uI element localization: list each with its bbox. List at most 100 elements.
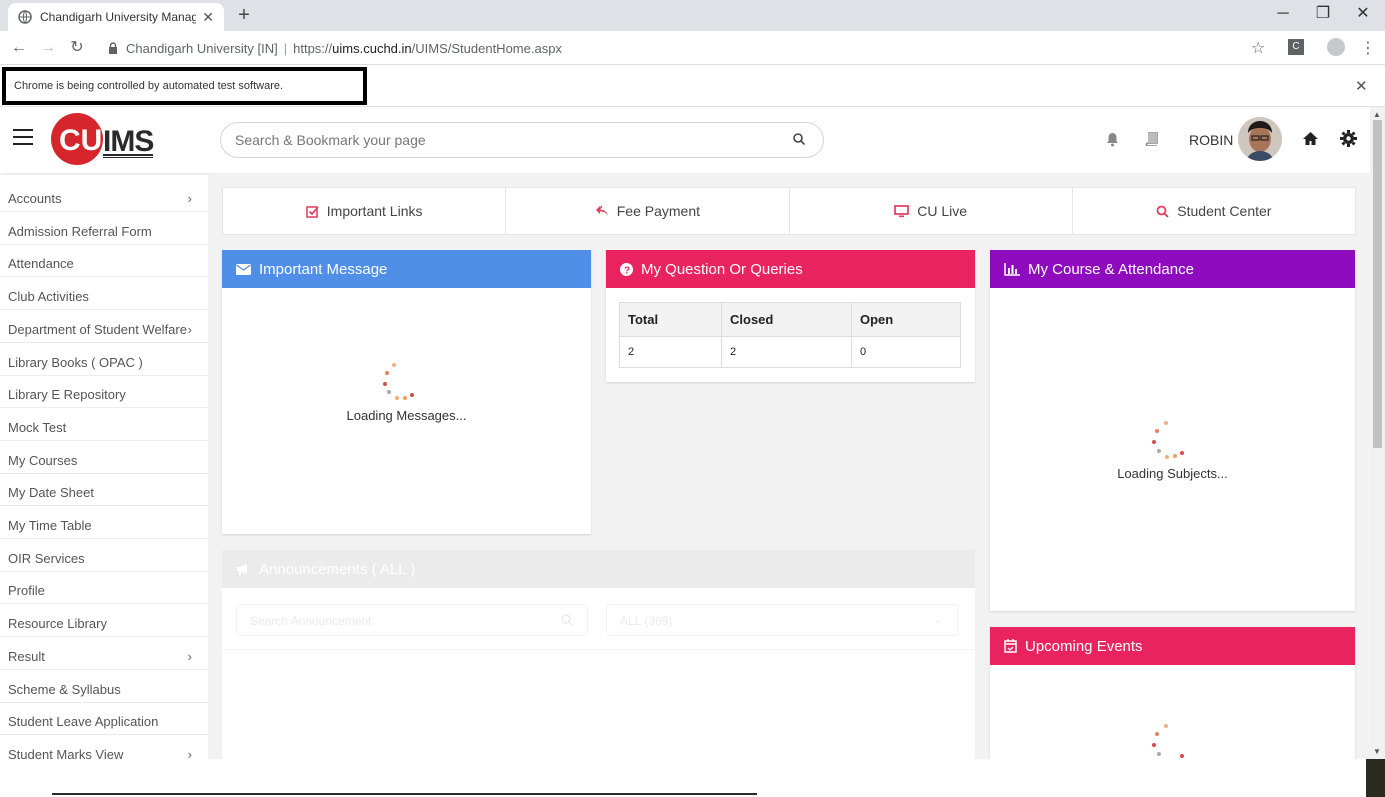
- monitor-icon: [894, 204, 910, 218]
- browser-tab[interactable]: Chandigarh University Managem ✕: [8, 3, 224, 31]
- cuims-logo[interactable]: CU IMS: [50, 110, 160, 168]
- close-tab-icon[interactable]: ✕: [202, 9, 214, 26]
- course-attendance-title: My Course & Attendance: [1028, 260, 1194, 278]
- taskbar-corner: [1366, 759, 1385, 797]
- url-path: /UIMS/StudentHome.aspx: [411, 40, 562, 56]
- sidebar-item-label: Library Books ( OPAC ): [8, 354, 143, 370]
- sidebar-item[interactable]: Admission Referral Form: [0, 212, 208, 245]
- sidebar-item[interactable]: Mock Test: [0, 408, 208, 441]
- cu-live-tab[interactable]: CU Live: [790, 188, 1073, 234]
- scroll-up-icon[interactable]: ▲: [1373, 110, 1381, 119]
- sidebar-item-label: My Time Table: [8, 518, 92, 533]
- automation-infobar-text: Chrome is being controlled by automated …: [2, 67, 367, 105]
- minimize-icon[interactable]: ─: [1263, 0, 1303, 30]
- new-tab-icon[interactable]: +: [232, 4, 256, 28]
- back-icon[interactable]: ←: [9, 38, 29, 58]
- sidebar-item[interactable]: Library E Repository: [0, 375, 208, 409]
- announcement-search-input[interactable]: Search Announcement: [236, 604, 588, 636]
- infobar-close-icon[interactable]: ✕: [1355, 77, 1368, 95]
- bookmark-star-icon[interactable]: ☆: [1251, 38, 1265, 58]
- student-center-tab[interactable]: Student Center: [1073, 188, 1355, 234]
- sidebar-item-label: Attendance: [8, 256, 74, 272]
- settings-gear-icon[interactable]: [1340, 130, 1357, 147]
- sidebar-item-label: Accounts: [8, 191, 62, 206]
- course-attendance-card: My Course & Attendance Loading Subjects.…: [990, 250, 1355, 611]
- chevron-down-icon: ⌄: [933, 614, 943, 626]
- profile-icon[interactable]: [1327, 38, 1345, 56]
- bookmark-search-input[interactable]: Search & Bookmark your page: [220, 122, 824, 158]
- book-icon[interactable]: [1145, 132, 1158, 146]
- site-identity: Chandigarh University [IN]: [126, 40, 278, 56]
- reload-icon[interactable]: ↻: [67, 38, 87, 58]
- sidebar-item[interactable]: Student Marks View ›: [0, 735, 208, 759]
- menu-kebab-icon[interactable]: ⋮: [1360, 38, 1376, 58]
- chevron-right-icon: ›: [187, 191, 192, 206]
- tab-title: Chandigarh University Managem: [40, 10, 197, 24]
- user-name[interactable]: ROBIN: [1189, 132, 1233, 148]
- bar-chart-icon: [1004, 262, 1020, 276]
- close-window-icon[interactable]: ✕: [1343, 0, 1383, 30]
- extension-icon[interactable]: C: [1288, 39, 1304, 55]
- sidebar-nav: Accounts › Admission Referral Form Attendan…: [0, 175, 208, 759]
- announcements-header: Announcements ( ALL ): [222, 550, 975, 588]
- total-value: 2: [619, 336, 722, 368]
- queries-header: ? My Question Or Queries: [606, 250, 975, 288]
- home-icon[interactable]: [1302, 131, 1319, 146]
- sidebar-item[interactable]: Club Activities: [0, 277, 208, 311]
- search-icon: [561, 614, 573, 626]
- hamburger-menu-icon[interactable]: [13, 128, 33, 146]
- sidebar-item-label: Scheme & Syllabus: [8, 681, 121, 697]
- announcements-card: Announcements ( ALL ) Search Announcemen…: [222, 550, 975, 759]
- megaphone-icon: [236, 563, 251, 575]
- fee-payment-tab[interactable]: Fee Payment: [506, 188, 790, 234]
- col-open: Open: [851, 302, 961, 337]
- sidebar-item[interactable]: Student Leave Application: [0, 702, 208, 736]
- announcement-search-placeholder: Search Announcement: [250, 614, 372, 628]
- restore-icon[interactable]: ❐: [1303, 0, 1343, 30]
- lock-icon: [108, 42, 118, 54]
- important-message-card: Important Message Loading Messages...: [222, 250, 591, 534]
- svg-text:?: ?: [624, 265, 630, 276]
- sidebar-item[interactable]: Result ›: [0, 637, 208, 670]
- student-center-label: Student Center: [1177, 203, 1272, 219]
- sidebar-item[interactable]: Attendance: [0, 244, 208, 278]
- omnibox[interactable]: Chandigarh University [IN] | https://uim…: [100, 36, 1278, 60]
- reply-all-icon: [595, 205, 609, 217]
- sidebar-item[interactable]: Library Books ( OPAC ): [0, 343, 208, 376]
- sidebar-item-label: Student Leave Application: [8, 714, 159, 730]
- sidebar-item-label: Club Activities: [8, 289, 89, 305]
- chevron-right-icon: ›: [187, 321, 192, 337]
- sidebar-item[interactable]: Resource Library: [0, 604, 208, 638]
- bell-icon[interactable]: [1106, 132, 1119, 147]
- sidebar-item[interactable]: Profile: [0, 571, 208, 605]
- sidebar-item[interactable]: My Courses: [0, 441, 208, 474]
- loading-spinner-icon: [1148, 721, 1188, 759]
- sidebar-item[interactable]: Scheme & Syllabus: [0, 670, 208, 703]
- sidebar-item-label: Student Marks View: [8, 746, 124, 759]
- queries-table: Total Closed Open 2 2 0: [619, 302, 961, 368]
- sidebar-item-label: OIR Services: [8, 550, 85, 566]
- envelope-icon: [236, 263, 251, 275]
- loading-spinner-icon: [1148, 418, 1188, 462]
- scrollbar-thumb[interactable]: [1373, 120, 1382, 448]
- queries-card: ? My Question Or Queries Total Closed Op…: [606, 250, 975, 382]
- svg-text:CU: CU: [59, 124, 102, 157]
- sidebar-item[interactable]: Accounts ›: [0, 179, 208, 212]
- forward-icon[interactable]: →: [38, 38, 58, 58]
- cu-live-label: CU Live: [917, 203, 968, 219]
- important-message-header: Important Message: [222, 250, 591, 288]
- announcement-filter-select[interactable]: ALL (369) ⌄: [606, 604, 958, 636]
- queries-title: My Question Or Queries: [641, 260, 803, 278]
- sidebar-item[interactable]: OIR Services: [0, 539, 208, 572]
- search-icon[interactable]: [793, 133, 805, 145]
- important-links-tab[interactable]: Important Links: [223, 188, 507, 234]
- sidebar-item[interactable]: My Date Sheet: [0, 473, 208, 507]
- announcement-filter-value: ALL (369): [620, 614, 673, 628]
- sidebar-item[interactable]: My Time Table: [0, 506, 208, 539]
- avatar[interactable]: [1238, 117, 1282, 161]
- sidebar-item-label: My Date Sheet: [8, 485, 94, 501]
- scroll-down-icon[interactable]: ▼: [1373, 747, 1381, 756]
- search-placeholder: Search & Bookmark your page: [235, 132, 426, 148]
- upcoming-events-title: Upcoming Events: [1025, 637, 1143, 655]
- sidebar-item[interactable]: Department of Student Welfare ›: [0, 310, 208, 343]
